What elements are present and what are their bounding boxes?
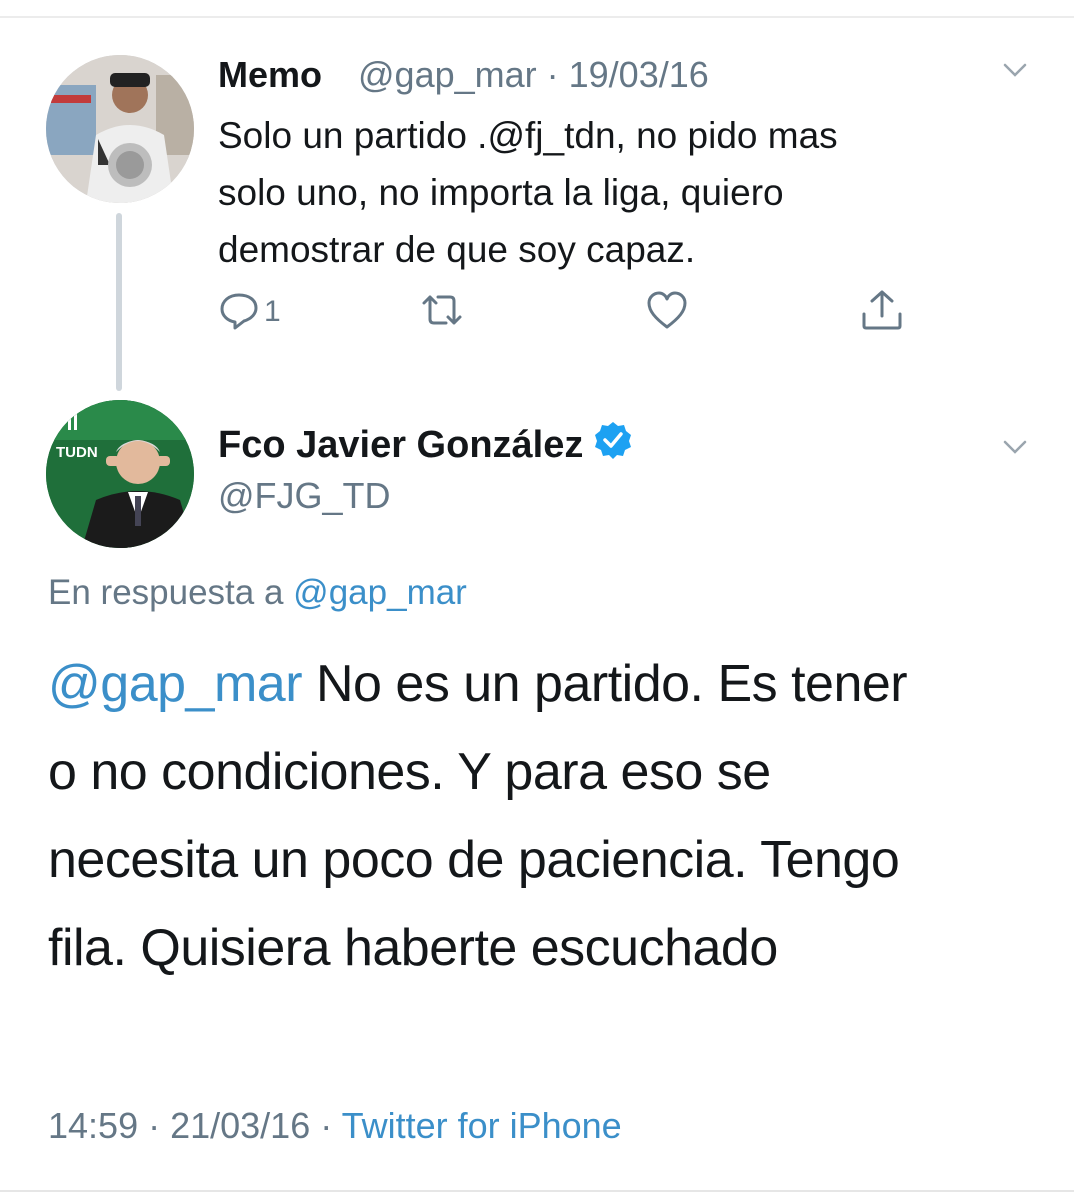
thread-connector xyxy=(116,213,122,391)
tweet2-text: @gap_mar No es un partido. Es tener o no… xyxy=(48,640,1038,992)
tweet1-author-name[interactable]: Memo xyxy=(218,54,322,96)
tweet1-date[interactable]: 19/03/16 xyxy=(569,54,709,95)
tweet2-footer: 14:59 · 21/03/16 · Twitter for iPhone xyxy=(48,1105,622,1147)
reply-to-handle[interactable]: @gap_mar xyxy=(293,573,467,612)
meta-separator: · xyxy=(536,54,569,95)
reply-to-label: En respuesta a xyxy=(48,573,284,612)
tweet2-text-line: o no condiciones. Y para eso se xyxy=(48,743,771,801)
reply-icon xyxy=(218,289,260,336)
chevron-down-icon[interactable] xyxy=(1000,432,1030,462)
tweet1-text-line: solo uno, no importa la liga, quiero xyxy=(218,172,784,213)
fjg-avatar[interactable]: TUDN xyxy=(46,400,194,548)
reply-context: En respuesta a @gap_mar xyxy=(48,573,467,613)
tweet1-text: Solo un partido .@fj_tdn, no pido mas so… xyxy=(218,107,978,278)
bottom-divider xyxy=(0,1190,1074,1192)
tweet2-author-name[interactable]: Fco Javier González xyxy=(218,424,583,467)
retweet-icon xyxy=(418,289,466,336)
tweet2-author[interactable]: Fco Javier González xyxy=(218,420,633,470)
top-divider xyxy=(0,16,1074,18)
share-icon xyxy=(858,288,906,337)
tudn-badge: TUDN xyxy=(56,444,98,461)
tweet2-text-line: necesita un poco de paciencia. Tengo xyxy=(48,831,900,889)
tweet2-handle[interactable]: @FJG_TD xyxy=(218,475,391,517)
reply-count: 1 xyxy=(264,295,281,328)
reply-button[interactable]: 1 xyxy=(218,290,281,334)
retweet-button[interactable] xyxy=(418,290,466,334)
like-icon xyxy=(645,289,689,336)
tweet2-time[interactable]: 14:59 xyxy=(48,1105,138,1146)
tweet1-text-line: demostrar de que soy capaz. xyxy=(218,229,696,270)
share-button[interactable] xyxy=(858,290,906,334)
like-button[interactable] xyxy=(645,290,689,334)
tweet2-text-line: @gap_mar No es un partido. Es tener xyxy=(48,640,1038,728)
verified-badge-icon xyxy=(593,420,633,470)
tweet1-handle[interactable]: @gap_mar xyxy=(358,54,537,95)
mention-link[interactable]: @gap_mar xyxy=(48,655,303,713)
chevron-down-icon[interactable] xyxy=(1000,55,1030,85)
footer-separator: · xyxy=(138,1105,171,1146)
tweet1-meta: @gap_mar · 19/03/16 xyxy=(358,54,709,96)
memo-avatar[interactable] xyxy=(46,55,194,203)
tweet2-date[interactable]: 21/03/16 xyxy=(170,1105,310,1146)
footer-separator: · xyxy=(310,1105,342,1146)
tweet2-source[interactable]: Twitter for iPhone xyxy=(342,1105,622,1146)
tweet1-text-line: Solo un partido .@fj_tdn, no pido mas xyxy=(218,115,838,156)
tweet2-text-segment: No es un partido. Es tener xyxy=(302,655,908,713)
tweet2-text-line: fila. Quisiera haberte escuchado xyxy=(48,919,778,977)
